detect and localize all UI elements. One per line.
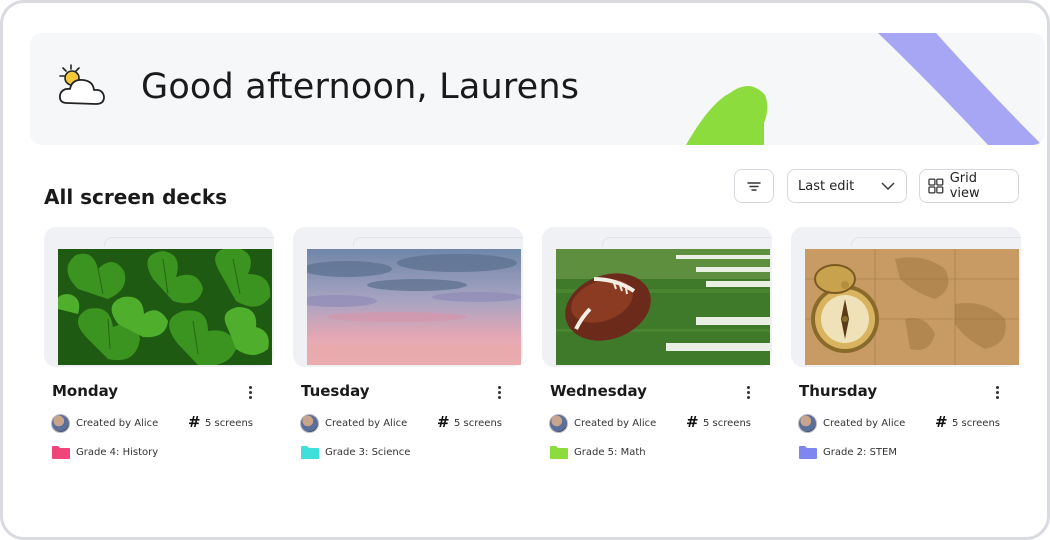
folder-icon xyxy=(799,446,817,459)
deck-stack-edge xyxy=(851,237,1021,247)
deck-creator: Created by Alice xyxy=(325,418,408,429)
deck-screen-count: 5 screens xyxy=(454,418,502,429)
avatar xyxy=(549,414,568,433)
folder-icon xyxy=(550,446,568,459)
deck-screen-count: 5 screens xyxy=(205,418,253,429)
deck-screen-count: 5 screens xyxy=(703,418,751,429)
deck-thumbnail[interactable] xyxy=(307,249,521,365)
sort-select-label: Last edit xyxy=(798,178,855,194)
deck-card[interactable]: Monday Created by Alice # 5 screens Grad… xyxy=(44,227,274,477)
deck-title[interactable]: Thursday xyxy=(799,382,877,400)
folder-icon xyxy=(301,446,319,459)
deck-title[interactable]: Monday xyxy=(52,382,118,400)
deck-meta: Created by Alice # 5 screens xyxy=(51,413,273,434)
folder-label: Grade 4: History xyxy=(76,447,159,458)
deck-stack-edge xyxy=(104,237,274,247)
more-options-icon[interactable] xyxy=(489,381,509,403)
grid-view-button[interactable]: Grid view xyxy=(919,169,1019,203)
app-window: Good afternoon, Laurens All screen decks… xyxy=(0,0,1050,540)
deck-stack-edge xyxy=(602,237,772,247)
avatar xyxy=(51,414,70,433)
sort-select[interactable]: Last edit xyxy=(787,169,907,203)
deck-card[interactable]: Thursday Created by Alice # 5 screens Gr… xyxy=(791,227,1021,477)
deck-title[interactable]: Tuesday xyxy=(301,382,370,400)
deck-meta: Created by Alice # 5 screens xyxy=(549,413,771,434)
folder-label: Grade 2: STEM xyxy=(823,447,897,458)
deck-meta: Created by Alice # 5 screens xyxy=(300,413,522,434)
chevron-down-icon xyxy=(881,182,895,190)
deck-creator: Created by Alice xyxy=(823,418,906,429)
deck-card[interactable]: Wednesday Created by Alice # 5 screens G… xyxy=(542,227,772,477)
deck-card[interactable]: Tuesday Created by Alice # 5 screens Gra… xyxy=(293,227,523,477)
folder-icon xyxy=(52,446,70,459)
greeting-title: Good afternoon, Laurens xyxy=(141,67,580,107)
filter-icon xyxy=(747,182,761,191)
compass-map-image xyxy=(805,249,1019,365)
hash-icon: # xyxy=(437,413,450,431)
deck-stack-edge xyxy=(353,237,523,247)
deck-screen-count: 5 screens xyxy=(952,418,1000,429)
greeting-banner: Good afternoon, Laurens xyxy=(30,33,1045,145)
hash-icon: # xyxy=(935,413,948,431)
grid-view-label: Grid view xyxy=(949,171,980,201)
deck-thumbnail[interactable] xyxy=(58,249,272,365)
deck-title[interactable]: Wednesday xyxy=(550,382,647,400)
filter-button[interactable] xyxy=(734,169,774,203)
hash-icon: # xyxy=(686,413,699,431)
deck-meta: Created by Alice # 5 screens xyxy=(798,413,1020,434)
more-options-icon[interactable] xyxy=(987,381,1007,403)
deck-creator: Created by Alice xyxy=(76,418,159,429)
partly-cloudy-icon xyxy=(58,64,105,105)
grid-icon xyxy=(928,178,944,194)
folder-label: Grade 3: Science xyxy=(325,447,411,458)
football-field-image xyxy=(556,249,770,365)
section-title: All screen decks xyxy=(44,185,228,209)
clover-leaves-image xyxy=(58,249,272,365)
folder-label: Grade 5: Math xyxy=(574,447,646,458)
deck-thumbnail[interactable] xyxy=(556,249,770,365)
more-options-icon[interactable] xyxy=(240,381,260,403)
deck-thumbnail[interactable] xyxy=(805,249,1019,365)
hash-icon: # xyxy=(188,413,201,431)
more-options-icon[interactable] xyxy=(738,381,758,403)
avatar xyxy=(798,414,817,433)
avatar xyxy=(300,414,319,433)
pink-sky-image xyxy=(307,249,521,365)
deck-creator: Created by Alice xyxy=(574,418,657,429)
